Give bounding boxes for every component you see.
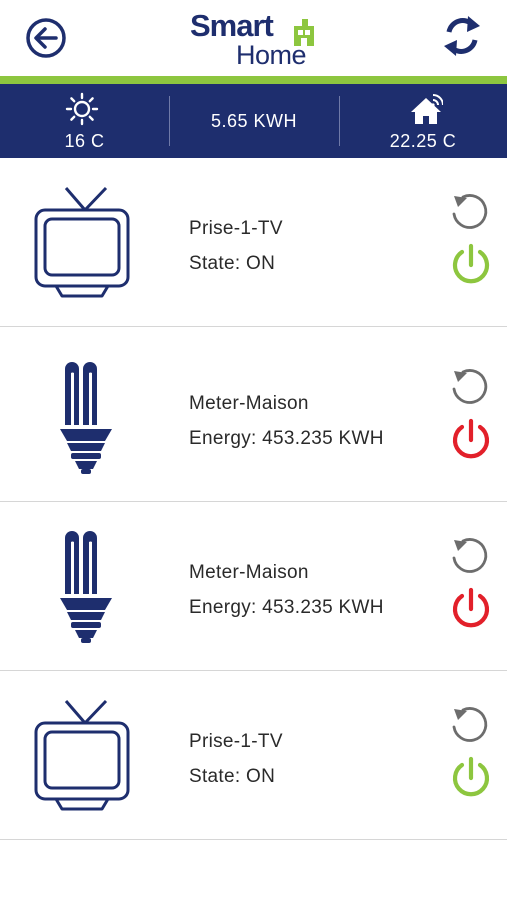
outside-temperature-stat: 16 C (0, 84, 169, 158)
device-energy: Energy: 453.235 KWH (189, 597, 384, 618)
reset-icon[interactable] (450, 536, 490, 576)
power-off-icon[interactable] (450, 586, 492, 630)
refresh-icon (444, 16, 480, 56)
energy-value: 5.65 KWH (210, 111, 298, 131)
device-row[interactable]: Prise-1-TV State: ON (0, 671, 507, 840)
tv-icon (30, 699, 140, 813)
device-energy: Energy: 453.235 KWH (189, 428, 384, 449)
logo-house-icon (294, 19, 314, 46)
tv-icon (30, 186, 140, 300)
reset-icon[interactable] (450, 705, 490, 745)
outside-temperature-value: 16 C (64, 131, 105, 151)
device-status: State: ON (189, 253, 276, 274)
power-on-icon[interactable] (450, 242, 492, 286)
power-off-icon[interactable] (450, 417, 492, 461)
bulb-icon (30, 361, 140, 475)
logo-text-smart: Smart (190, 8, 274, 43)
header-divider (0, 76, 507, 84)
device-name: Meter-Maison (189, 393, 309, 414)
reset-icon[interactable] (450, 367, 490, 407)
device-name: Prise-1-TV (189, 731, 283, 752)
sun-icon (65, 92, 99, 126)
device-status: State: ON (189, 766, 276, 787)
device-name: Meter-Maison (189, 562, 309, 583)
stats-bar: 16 C 5.65 KWH 22.25 C (0, 84, 507, 158)
refresh-button[interactable] (440, 12, 484, 60)
app-header: Smart Home (0, 0, 507, 76)
power-on-icon[interactable] (450, 755, 492, 799)
home-temperature-value: 22.25 C (389, 131, 457, 151)
device-row[interactable]: Meter-Maison Energy: 453.235 KWH (0, 502, 507, 671)
energy-stat: 5.65 KWH (169, 84, 339, 158)
home-wifi-icon (411, 94, 443, 124)
smart-home-logo: Smart Home (188, 8, 328, 70)
device-name: Prise-1-TV (189, 218, 283, 239)
bulb-icon (30, 530, 140, 644)
device-row[interactable]: Meter-Maison Energy: 453.235 KWH (0, 333, 507, 502)
back-button[interactable] (24, 16, 68, 60)
home-temperature-stat: 22.25 C (339, 84, 507, 158)
back-arrow-icon (26, 18, 66, 58)
reset-icon[interactable] (450, 192, 490, 232)
device-row[interactable]: Prise-1-TV State: ON (0, 158, 507, 327)
